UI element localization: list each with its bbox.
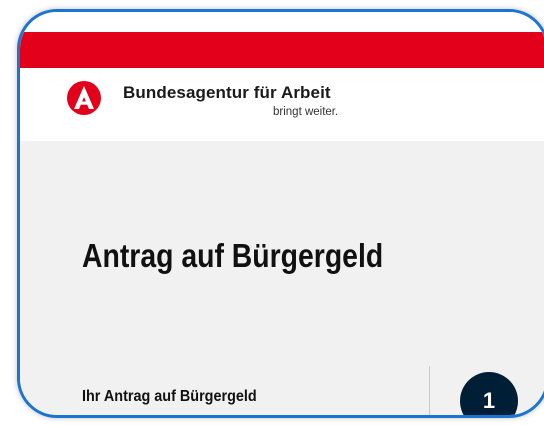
screenshot-frame: Bundesagentur für Arbeit bringt weiter. … <box>17 9 544 418</box>
step-label: Ihr Antrag auf Bürgergeld <box>82 388 257 405</box>
top-bar <box>20 12 544 69</box>
site-header: Bundesagentur für Arbeit bringt weiter. <box>20 69 544 141</box>
brand-tagline: bringt weiter. <box>273 106 339 118</box>
brand-name[interactable]: Bundesagentur für Arbeit <box>123 83 331 103</box>
page-title: Antrag auf Bürgergeld <box>82 237 384 274</box>
main-content: Antrag auf Bürgergeld Ihr Antrag auf Bür… <box>20 141 544 415</box>
step-divider <box>429 366 430 415</box>
brand-red-band <box>20 32 544 68</box>
ba-logo-icon[interactable] <box>67 81 101 115</box>
step-number-badge: 1 <box>460 372 518 415</box>
